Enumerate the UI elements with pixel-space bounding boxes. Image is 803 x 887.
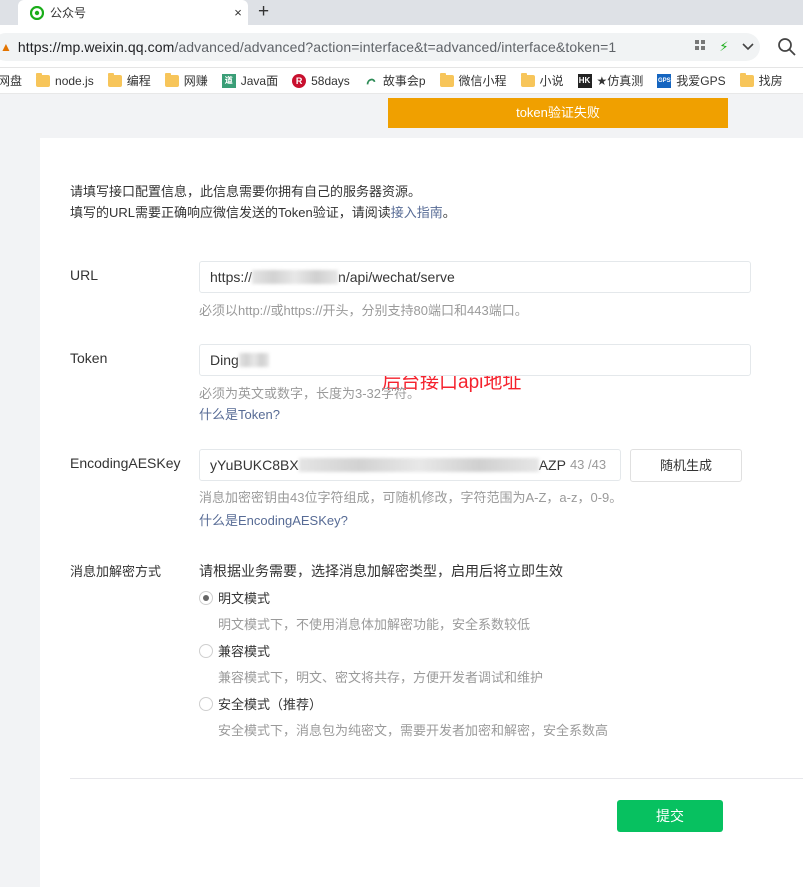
tab-close-icon[interactable]: × (228, 5, 248, 20)
r-site-icon: R (292, 73, 307, 88)
url-label: URL (70, 267, 99, 283)
bookmark-label: 58days (311, 73, 350, 88)
interface-config-card: 请填写接口配置信息，此信息需要你拥有自己的服务器资源。 填写的URL需要正确响应… (40, 138, 803, 887)
intro-line-2-text: 填写的URL需要正确响应微信发送的Token验证，请阅读 (70, 205, 391, 220)
bookmark-label: node.js (55, 73, 94, 88)
bookmark-label: 微信小程 (458, 74, 507, 88)
wechat-mp-icon (30, 5, 44, 20)
encryption-mode-label: 消息加解密方式 (70, 564, 162, 579)
bookmark-58days[interactable]: R 58days (292, 73, 350, 88)
page-content: token验证失败 请填写接口配置信息，此信息需要你拥有自己的服务器资源。 填写… (0, 95, 803, 887)
redacted-blur (252, 270, 339, 284)
bookmark-xiaoshuo[interactable]: 小说 (520, 72, 564, 89)
warning-icon[interactable]: ▲ (0, 40, 12, 54)
url-host: https://mp.weixin.qq.com (17, 39, 175, 55)
bookmark-biancheng[interactable]: 编程 (107, 72, 151, 89)
bookmark-label: 我爱GPS (676, 74, 726, 88)
bookmark-label: 小说 (539, 74, 564, 88)
hk-site-icon: HK (577, 73, 592, 88)
folder-icon (107, 72, 122, 87)
folder-icon (164, 72, 179, 87)
new-tab-button[interactable]: + (258, 1, 269, 23)
folder-icon (520, 72, 535, 87)
token-label: Token (70, 350, 108, 366)
bookmark-label: 网赚 (183, 74, 208, 88)
story-site-icon (366, 78, 376, 85)
tab-title: 公众号 (50, 6, 87, 20)
url-input[interactable]: https:// n/api/wechat/serve (199, 261, 751, 293)
bookmark-label: 故事会p (382, 74, 426, 88)
bookmark-label: 网盘 (0, 74, 23, 88)
bookmark-wangpan[interactable]: 网盘 (0, 72, 22, 89)
radio-secure-mode[interactable]: 安全模式（推荐） (199, 694, 322, 713)
radio-label: 兼容模式 (218, 644, 271, 659)
browser-tab-strip: 公众号 × + (0, 0, 803, 25)
plaintext-mode-desc: 明文模式下，不使用消息体加解密功能，安全系数较低 (218, 617, 531, 632)
aes-value-suffix: AZP (538, 457, 566, 473)
radio-checked-icon[interactable] (199, 590, 213, 605)
url-path: /advanced/advanced?action=interface&t=ad… (174, 39, 617, 55)
radio-label: 安全模式（推荐） (218, 697, 323, 712)
java-site-icon: 道 (221, 73, 236, 88)
chevron-down-icon[interactable] (736, 40, 760, 54)
folder-icon (739, 72, 754, 87)
url-hint: 必须以http://或https://开头，分别支持80端口和443端口。 (199, 303, 528, 318)
radio-unchecked-icon[interactable] (199, 696, 213, 711)
aes-help-link[interactable]: 什么是EncodingAESKey? (199, 510, 348, 529)
token-value: Ding (210, 352, 239, 368)
bookmark-zhaofang[interactable]: 找房 (739, 72, 783, 89)
radio-plaintext-mode[interactable]: 明文模式 (199, 588, 270, 607)
token-help-link[interactable]: 什么是Token? (199, 404, 280, 423)
search-icon[interactable] (776, 36, 798, 58)
redacted-blur (298, 458, 539, 472)
intro-line-1: 请填写接口配置信息，此信息需要你拥有自己的服务器资源。 (70, 184, 422, 199)
url-value-prefix: https:// (210, 269, 253, 285)
bookmark-label: 编程 (126, 74, 151, 88)
browser-tab[interactable]: 公众号 × (18, 0, 248, 25)
bookmark-label: 找房 (758, 74, 783, 88)
radio-label: 明文模式 (218, 591, 271, 606)
token-hint: 必须为英文或数字，长度为3-32字符。 (199, 386, 421, 401)
bookmark-weixin-xcx[interactable]: 微信小程 (439, 72, 507, 89)
url-text: https://mp.weixin.qq.com/advanced/advanc… (18, 39, 688, 55)
intro-line-2-end: 。 (442, 205, 456, 220)
intro-text: 请填写接口配置信息，此信息需要你拥有自己的服务器资源。 填写的URL需要正确响应… (70, 181, 456, 223)
form-divider (70, 778, 803, 779)
intro-line-2: 填写的URL需要正确响应微信发送的Token验证，请阅读接入指南。 (70, 202, 456, 223)
access-guide-link[interactable]: 接入指南 (391, 205, 443, 220)
aes-char-count: 43 /43 (569, 457, 607, 472)
aes-value-prefix: yYuBUKC8BX (210, 457, 299, 473)
bookmark-label: ★仿真测 (596, 74, 644, 88)
bookmarks-bar: 网盘 node.js 编程 网赚 道 Java面 R 58days 故事会p 微… (0, 68, 803, 94)
bookmark-java[interactable]: 道 Java面 (221, 72, 279, 89)
folder-icon (439, 72, 454, 87)
aes-key-input[interactable]: yYuBUKC8BX AZP 43 /43 (199, 449, 621, 481)
bookmark-wangzhuan[interactable]: 网赚 (164, 72, 208, 89)
random-generate-button[interactable]: 随机生成 (630, 449, 742, 482)
bookmark-label: Java面 (240, 74, 279, 88)
redacted-blur (238, 353, 269, 367)
aes-hint: 消息加密密钥由43位字符组成，可随机修改，字符范围为A-Z，a-z，0-9。 (199, 490, 623, 505)
browser-address-bar: ▲ https://mp.weixin.qq.com/advanced/adva… (0, 25, 803, 68)
encryption-mode-description: 请根据业务需要，选择消息加解密类型，启用后将立即生效 (199, 563, 563, 579)
submit-button[interactable]: 提交 (617, 800, 723, 832)
error-toast: token验证失败 (388, 98, 728, 128)
url-value-suffix: n/api/wechat/serve (338, 269, 455, 285)
bookmark-fangzhen[interactable]: HK ★仿真测 (577, 72, 644, 89)
aes-key-label: EncodingAESKey (70, 455, 181, 471)
gps-site-icon: GPS (657, 73, 672, 88)
lightning-icon[interactable]: ⚡ (712, 39, 736, 55)
radio-compatible-mode[interactable]: 兼容模式 (199, 641, 270, 660)
bookmark-nodejs[interactable]: node.js (36, 72, 94, 88)
compatible-mode-desc: 兼容模式下，明文、密文将共存，方便开发者调试和维护 (218, 670, 544, 685)
grid-icon[interactable] (688, 40, 712, 54)
folder-icon (36, 72, 51, 87)
token-input[interactable]: Ding (199, 344, 751, 376)
bookmark-gps[interactable]: GPS 我爱GPS (657, 72, 726, 89)
url-field[interactable]: ▲ https://mp.weixin.qq.com/advanced/adva… (0, 33, 760, 61)
bookmark-gushihui[interactable]: 故事会p (364, 72, 426, 89)
secure-mode-desc: 安全模式下，消息包为纯密文，需要开发者加密和解密，安全系数高 (218, 723, 609, 738)
radio-unchecked-icon[interactable] (199, 643, 213, 658)
